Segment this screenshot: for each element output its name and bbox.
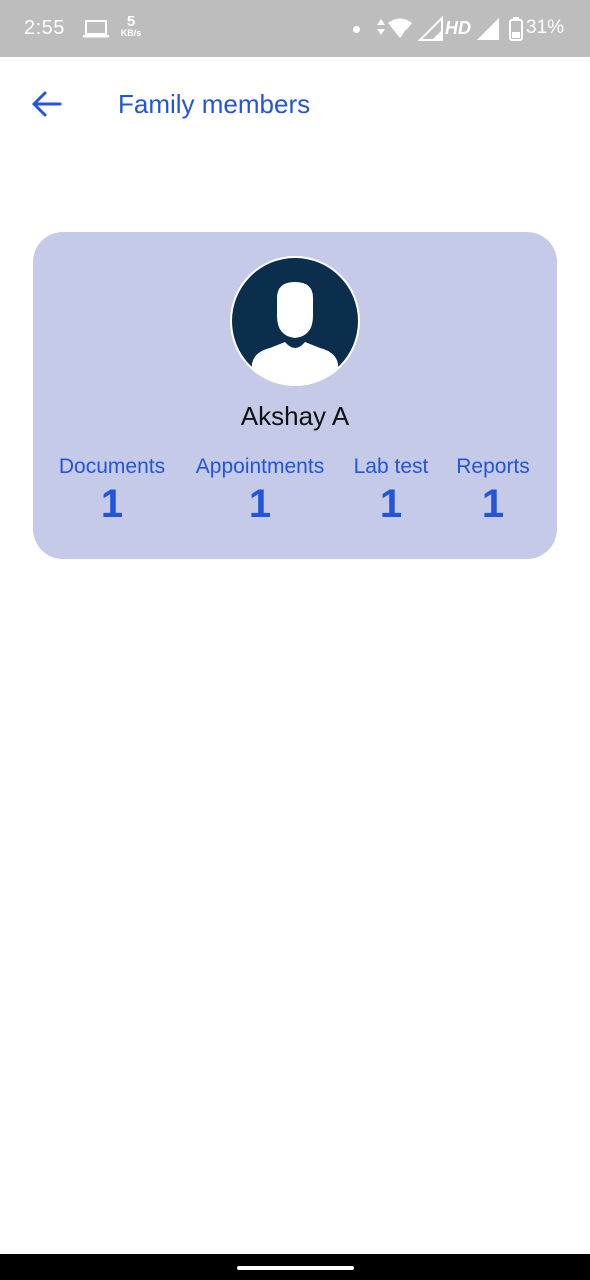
wifi-icon: 4	[388, 18, 412, 38]
back-button[interactable]	[28, 85, 66, 123]
network-speed: 5 KB/s	[117, 14, 145, 38]
stat-value: 1	[248, 482, 272, 526]
stat-reports[interactable]: Reports 1	[448, 452, 538, 526]
battery-icon	[509, 17, 523, 46]
stat-value: 1	[481, 482, 505, 526]
signal-icon	[417, 15, 443, 41]
stat-label: Appointments	[195, 455, 325, 478]
status-time: 2:55	[24, 17, 65, 39]
network-speed-unit: KB/s	[120, 28, 142, 38]
app-bar: Family members	[0, 57, 590, 153]
stat-value: 1	[100, 482, 124, 526]
user-avatar-icon	[230, 256, 360, 386]
connectivity-icons: 4	[376, 15, 444, 42]
stat-label: Documents	[58, 455, 166, 478]
notification-dot-icon	[353, 26, 360, 33]
signal-icon	[477, 18, 499, 45]
laptop-icon	[83, 18, 109, 40]
stat-label: Reports	[456, 455, 530, 478]
stat-documents[interactable]: Documents 1	[50, 452, 174, 526]
stat-label: Lab test	[353, 455, 429, 478]
arrow-left-icon	[32, 91, 62, 117]
network-type: HD	[445, 18, 471, 38]
page-title: Family members	[118, 89, 311, 119]
network-speed-value: 5	[126, 13, 136, 30]
screen: 2:55 5 KB/s 4 HD 31% Family members Aksh…	[0, 0, 590, 1280]
status-bar: 2:55 5 KB/s 4 HD 31%	[0, 0, 590, 57]
stat-appointments[interactable]: Appointments 1	[187, 452, 333, 526]
svg-text:4: 4	[403, 28, 408, 38]
battery-percent: 31%	[526, 17, 565, 38]
data-arrows-icon	[377, 19, 385, 35]
system-nav-bar	[0, 1254, 590, 1280]
stat-value: 1	[379, 482, 403, 526]
member-name: Akshay A	[240, 401, 350, 431]
home-indicator[interactable]	[237, 1266, 354, 1270]
stat-lab-test[interactable]: Lab test 1	[347, 452, 435, 526]
family-member-card[interactable]: Akshay A Documents 1 Appointments 1 Lab …	[33, 232, 557, 559]
